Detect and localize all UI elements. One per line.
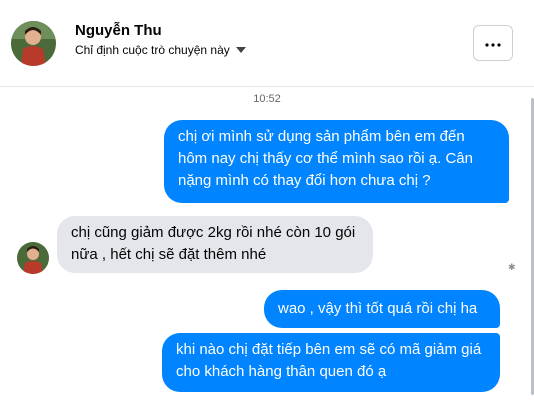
message-bubble-outgoing[interactable]: wao , vậy thì tốt quá rồi chị ha [264, 290, 500, 328]
caret-down-icon [235, 43, 246, 57]
message-timestamp: 10:52 [253, 93, 281, 105]
message-bubble-outgoing[interactable]: chị ơi mình sử dụng sản phẩm bên em đến … [164, 120, 509, 203]
more-options-button[interactable] [473, 25, 513, 61]
message-bubble-incoming[interactable]: chị cũng giảm được 2kg rồi nhé còn 10 gó… [57, 216, 373, 273]
assign-label: Chỉ định cuộc trò chuyện này [75, 43, 230, 57]
seen-indicator-icon: ✱ [508, 262, 516, 272]
contact-name[interactable]: Nguyễn Thu [75, 22, 162, 39]
contact-avatar[interactable] [11, 21, 56, 66]
conversation-assign[interactable]: Chỉ định cuộc trò chuyện này [75, 43, 246, 57]
contact-avatar-small[interactable] [17, 242, 49, 274]
conversation-header: Nguyễn Thu Chỉ định cuộc trò chuyện này [0, 0, 534, 87]
message-bubble-outgoing[interactable]: khi nào chị đặt tiếp bên em sẽ có mã giả… [162, 333, 500, 392]
more-horizontal-icon [485, 34, 501, 52]
